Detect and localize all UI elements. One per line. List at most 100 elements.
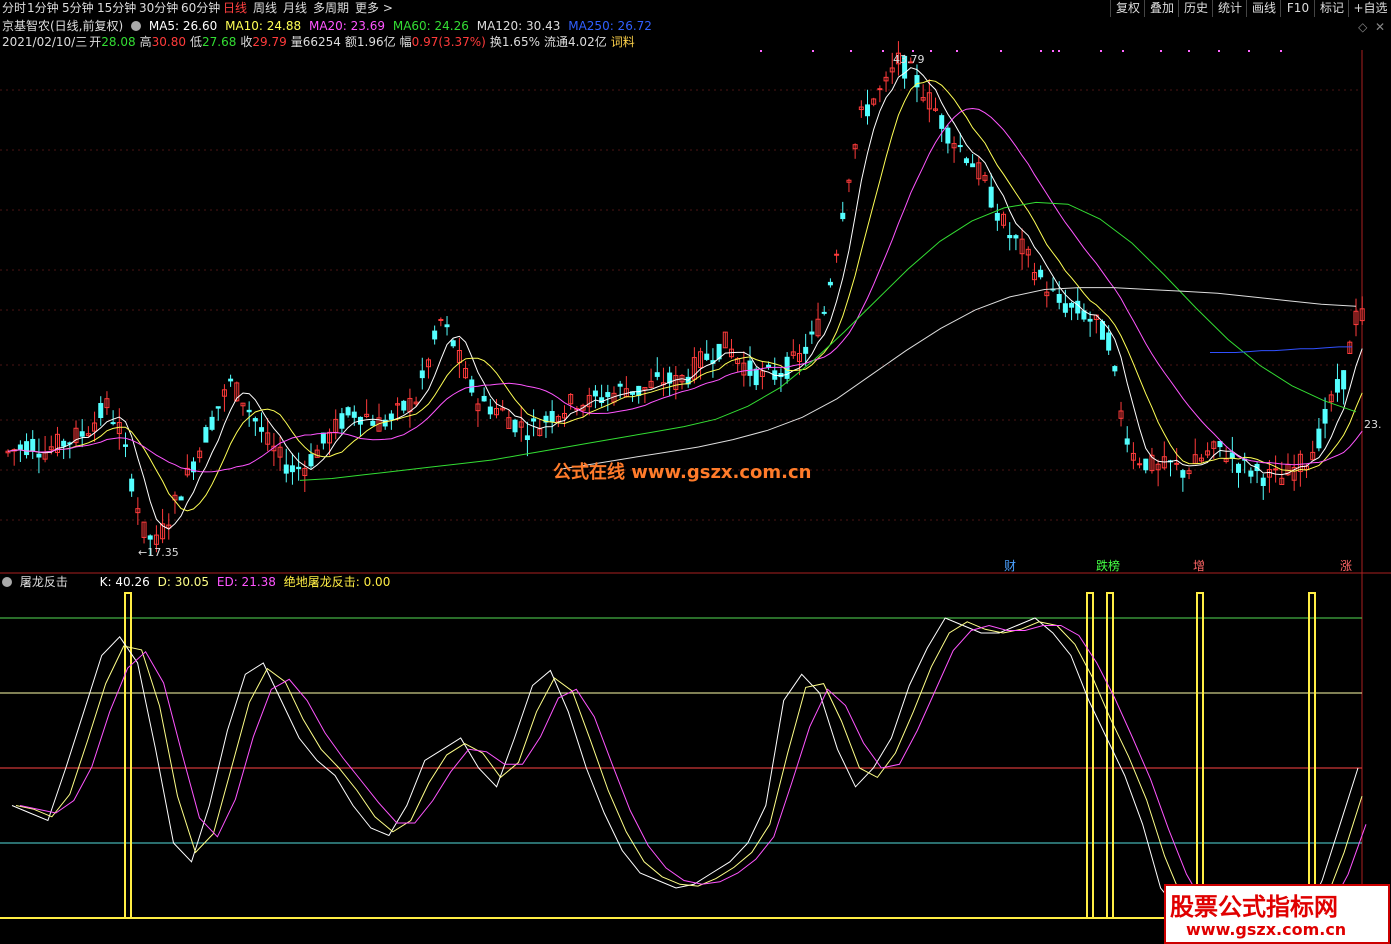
- candle-body: [963, 158, 969, 164]
- top-event-dot: [1052, 50, 1054, 52]
- top-event-dot: [1000, 50, 1002, 52]
- candle-body: [957, 145, 963, 148]
- candle-body: [1106, 332, 1112, 351]
- center-watermark: 公式在线 www.gszx.com.cn: [553, 462, 812, 483]
- restore-icon[interactable]: ◇: [1358, 20, 1367, 34]
- candle-body: [283, 464, 289, 474]
- top-event-dot: [882, 50, 884, 52]
- amount-value: 额1.96亿: [344, 35, 396, 49]
- top-event-dot: [1218, 50, 1220, 52]
- change-label: 幅: [399, 35, 412, 49]
- candle-body: [1260, 477, 1266, 487]
- close-label: 收: [240, 35, 253, 49]
- candle-body: [1273, 468, 1279, 471]
- high-price-label: 43.79: [893, 53, 925, 66]
- candle-body: [994, 212, 1000, 221]
- candle-body: [61, 440, 67, 447]
- candle-body: [1099, 321, 1105, 340]
- top-event-dot: [956, 50, 958, 52]
- close-icon[interactable]: ✕: [1375, 20, 1385, 34]
- top-event-dot: [1188, 50, 1190, 52]
- signal-spike: [1196, 592, 1204, 918]
- extra-link[interactable]: 词料: [611, 35, 635, 49]
- settings-circle-icon[interactable]: [131, 21, 142, 31]
- candle-body: [450, 340, 456, 347]
- open-label: 开: [89, 35, 102, 49]
- stock-name: 京基智农(日线,前复权): [2, 19, 124, 33]
- candle-body: [147, 535, 153, 540]
- corner-watermark: 股票公式指标网 www.gszx.com.cn: [1164, 884, 1390, 944]
- candle-body: [1007, 235, 1013, 239]
- candle-body: [481, 395, 487, 402]
- event-marker: 财: [1004, 559, 1016, 573]
- event-marker: 跌榜: [1096, 558, 1120, 573]
- candle-body: [834, 253, 840, 256]
- candle-body: [308, 454, 314, 467]
- candle-body: [877, 88, 883, 91]
- ma120-value: MA120: 30.43: [476, 19, 561, 33]
- candle-body: [36, 453, 42, 458]
- candle-body: [592, 390, 598, 397]
- candle-body: [1013, 235, 1019, 239]
- low-value: 27.68: [201, 35, 237, 49]
- candle-body: [178, 496, 184, 501]
- ma10-line: [7, 79, 1363, 512]
- high-label: 高: [139, 35, 152, 49]
- candle-body: [1075, 300, 1081, 314]
- candle-body: [98, 403, 104, 419]
- ma250-line: [1210, 346, 1352, 353]
- candle-body: [1069, 302, 1075, 308]
- top-event-dot: [1040, 50, 1042, 52]
- change-value: 0.97(3.37%): [411, 35, 486, 49]
- candle-body: [30, 438, 36, 452]
- candle-body: [1217, 440, 1223, 448]
- candle-body: [1112, 366, 1118, 372]
- candle-body: [605, 392, 611, 398]
- corner-watermark-title: 股票公式指标网: [1170, 893, 1338, 921]
- ma120-line: [559, 287, 1357, 470]
- volume-value: 量66254: [290, 35, 341, 49]
- window-controls: ◇ ✕: [1358, 20, 1385, 34]
- candle-body: [228, 378, 234, 382]
- candle-body: [840, 212, 846, 220]
- signal-spike: [1086, 592, 1094, 918]
- signal-spike: [124, 592, 132, 918]
- open-value: 28.08: [101, 35, 136, 49]
- ma20-value: MA20: 23.69: [308, 19, 386, 33]
- candle-body: [1341, 370, 1347, 390]
- top-event-dot: [1160, 50, 1162, 52]
- candle-body: [988, 186, 994, 208]
- candle-body: [209, 416, 215, 430]
- corner-watermark-url: www.gszx.com.cn: [1186, 920, 1347, 939]
- right-price-label: 23.: [1364, 418, 1382, 431]
- indicator-settings-icon[interactable]: [2, 577, 12, 587]
- event-marker: 增: [1193, 559, 1205, 573]
- candle-body: [370, 420, 376, 426]
- candle-body: [1180, 470, 1186, 478]
- candle-body: [469, 379, 475, 393]
- ma250-value: MA250: 26.72: [568, 19, 652, 33]
- candle-body: [1316, 428, 1322, 449]
- candle-body: [809, 331, 815, 335]
- candle-body: [1229, 452, 1235, 459]
- signal-value: 绝地屠龙反击: 0.00: [283, 575, 391, 589]
- candle-body: [827, 281, 833, 286]
- candle-body: [388, 413, 394, 420]
- top-event-dot: [912, 50, 914, 52]
- low-label: 低: [189, 35, 202, 49]
- ohlc-info-line: 2021/02/10/三 开28.08 高30.80 低27.68 收29.79 量662…: [2, 34, 639, 50]
- candle-body: [512, 419, 518, 433]
- candle-body: [129, 478, 135, 492]
- candle-body: [246, 409, 252, 413]
- candle-body: [339, 413, 345, 429]
- close-value: 29.79: [252, 35, 287, 49]
- signal-spike: [1106, 592, 1114, 918]
- candle-body: [1334, 379, 1340, 393]
- candle-body: [531, 418, 537, 422]
- k-line: [11, 617, 1359, 934]
- candle-body: [438, 318, 444, 321]
- indicator-name[interactable]: 屠龙反击: [20, 575, 68, 589]
- top-event-dot: [1100, 50, 1102, 52]
- candle-body: [1248, 470, 1254, 477]
- candle-body: [784, 356, 790, 379]
